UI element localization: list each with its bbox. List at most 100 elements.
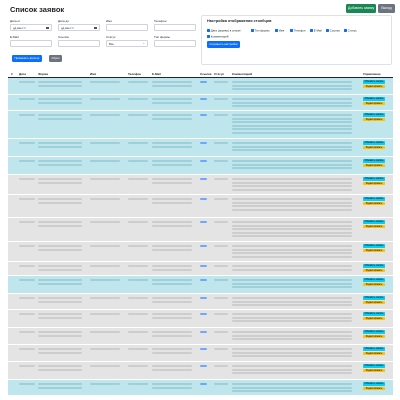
update-record-button[interactable]: Обновить запись (363, 264, 385, 268)
header-actions: Управление (363, 72, 381, 76)
edit-button[interactable]: Редактировать (363, 224, 385, 229)
blurred-cell-content (232, 252, 352, 254)
blurred-cell-content (200, 98, 207, 100)
column-option[interactable]: Статус (344, 29, 357, 33)
edit-button[interactable]: Редактировать (363, 282, 385, 287)
update-record-button[interactable]: Обновить запись (363, 347, 385, 351)
calendar-icon (94, 26, 97, 30)
row-actions: Обновить запись Редактировать (363, 220, 393, 229)
date-to-value: дд.мм.гггг (61, 26, 74, 30)
column-option[interactable]: E-Mail (310, 29, 322, 33)
table-row: Обновить запись Редактировать (8, 78, 393, 95)
date-from-input[interactable]: дд.мм.гггг (10, 24, 52, 31)
status-select[interactable]: Все ⌄ (106, 40, 148, 47)
edit-button[interactable]: Редактировать (363, 181, 385, 186)
blurred-cell-content (38, 265, 82, 267)
update-record-button[interactable]: Обновить запись (363, 80, 385, 84)
edit-button[interactable]: Редактировать (363, 351, 385, 356)
update-record-button[interactable]: Обновить запись (363, 113, 385, 117)
blurred-cell-content (232, 320, 352, 322)
blurred-cell-content (232, 160, 352, 162)
blurred-cell-content (152, 221, 192, 223)
blurred-cell-content (38, 386, 82, 389)
blurred-cell-content (19, 160, 35, 162)
blurred-cell-content (152, 316, 192, 319)
edit-button[interactable]: Редактировать (363, 145, 385, 150)
update-record-button[interactable]: Обновить запись (363, 141, 385, 145)
update-record-button[interactable]: Обновить запись (363, 382, 385, 386)
update-record-button[interactable]: Обновить запись (363, 177, 385, 181)
edit-button[interactable]: Редактировать (363, 201, 385, 206)
update-record-button[interactable]: Обновить запись (363, 197, 385, 201)
apply-filter-button[interactable]: Применить фильтр (12, 55, 42, 62)
blurred-cell-content (152, 297, 192, 299)
blurred-cell-content (128, 383, 148, 385)
edit-button[interactable]: Редактировать (363, 248, 385, 253)
update-record-button[interactable]: Обновить запись (363, 220, 385, 224)
row-actions: Обновить запись Редактировать (363, 97, 393, 106)
blurred-cell-content (38, 313, 82, 315)
blurred-cell-content (214, 313, 228, 315)
update-record-button[interactable]: Обновить запись (363, 312, 385, 316)
edit-button[interactable]: Редактировать (363, 368, 385, 373)
blurred-cell-content (232, 255, 352, 258)
blurred-cell-content (152, 331, 192, 333)
logout-button[interactable]: Выход (378, 4, 395, 13)
blurred-cell-content (38, 117, 82, 120)
update-record-button[interactable]: Обновить запись (363, 296, 385, 300)
blurred-cell-content (214, 178, 228, 180)
blurred-cell-content (152, 348, 192, 350)
update-record-button[interactable]: Обновить запись (363, 97, 385, 101)
date-to-input[interactable]: дд.мм.гггг (58, 24, 100, 31)
column-option[interactable]: Комментарий (207, 35, 228, 39)
column-option[interactable]: Ссылка (326, 29, 340, 33)
blurred-cell-content (232, 313, 352, 315)
blurred-cell-content (200, 221, 207, 223)
blurred-cell-content (38, 245, 82, 247)
sites-input[interactable] (58, 40, 100, 47)
email-input[interactable] (10, 40, 52, 47)
blurred-cell-content (90, 114, 120, 116)
table-row: Обновить запись Редактировать (8, 294, 393, 310)
header-phone: Телефон (128, 72, 142, 76)
edit-button[interactable]: Редактировать (363, 84, 385, 89)
edit-button[interactable]: Редактировать (363, 334, 385, 339)
edit-button[interactable]: Редактировать (363, 163, 385, 168)
edit-button[interactable]: Редактировать (363, 101, 385, 106)
add-request-button[interactable]: Добавить заявку (346, 4, 377, 13)
column-option[interactable]: Телефон (290, 29, 305, 33)
edit-button[interactable]: Редактировать (363, 300, 385, 305)
table-row: Обновить запись Редактировать (8, 175, 393, 195)
blurred-cell-content (38, 114, 82, 116)
blurred-cell-content (214, 160, 228, 162)
blurred-cell-content (232, 181, 352, 184)
edit-button[interactable]: Редактировать (363, 117, 385, 122)
update-record-button[interactable]: Обновить запись (363, 364, 385, 368)
blurred-cell-content (200, 198, 207, 200)
update-record-button[interactable]: Обновить запись (363, 278, 385, 282)
row-actions: Обновить запись Редактировать (363, 159, 393, 168)
column-option[interactable]: Имя (275, 29, 284, 33)
update-record-button[interactable]: Обновить запись (363, 244, 385, 248)
reset-filter-button[interactable]: Сброс (49, 55, 63, 62)
update-record-button[interactable]: Обновить запись (363, 159, 385, 163)
column-option[interactable]: Дата (дерево) в списке (207, 29, 241, 33)
update-record-button[interactable]: Обновить запись (363, 330, 385, 334)
blurred-cell-content (214, 245, 228, 247)
edit-button[interactable]: Редактировать (363, 386, 385, 391)
save-settings-button[interactable]: Сохранить настройки (207, 41, 240, 48)
checkbox-checked-icon (207, 35, 210, 38)
form-type-input[interactable] (154, 40, 196, 47)
blurred-cell-content (38, 368, 82, 371)
blurred-cell-content (128, 313, 148, 315)
row-actions: Обновить запись Редактировать (363, 80, 393, 89)
blurred-cell-content (38, 101, 82, 104)
edit-button[interactable]: Редактировать (363, 316, 385, 321)
edit-button[interactable]: Редактировать (363, 268, 385, 273)
blurred-cell-content (232, 386, 352, 389)
column-option[interactable]: Тип формы (251, 29, 270, 33)
blurred-cell-content (152, 145, 192, 148)
blurred-cell-content (214, 383, 228, 385)
name-input[interactable] (106, 24, 148, 31)
phone-input[interactable] (154, 24, 196, 31)
